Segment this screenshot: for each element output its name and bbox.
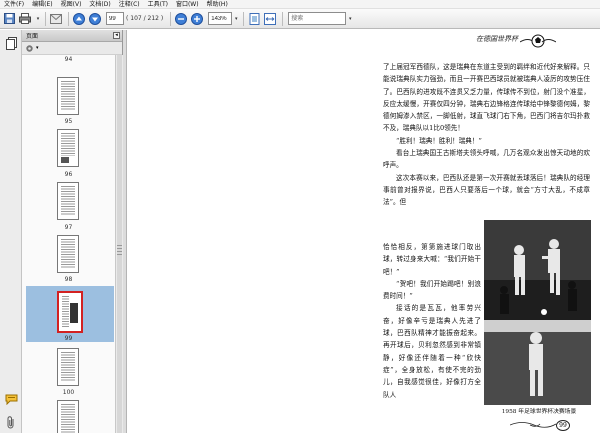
fit-width-button[interactable] [263, 12, 277, 26]
reader-window: 文件(F) 编辑(E) 视图(V) 文档(D) 注释(C) 工具(T) 窗口(W… [0, 0, 600, 433]
page-number-input[interactable] [106, 12, 124, 25]
page-thumbnail[interactable] [57, 77, 79, 115]
paragraph: 接话的是瓦瓦，他率劳兴奋，好像辛亏是瑞典人先进了球，巴西队精神才能振奋起来。再开… [383, 304, 481, 399]
thumbnail-label: 99 [64, 335, 73, 342]
menu-document[interactable]: 文档(D) [85, 0, 114, 9]
thumbnail-label: 95 [64, 118, 73, 125]
comment-icon [5, 394, 17, 405]
thumbnail-label: 100 [62, 389, 75, 396]
next-page-button[interactable] [88, 12, 102, 26]
menu-bar: 文件(F) 编辑(E) 视图(V) 文档(D) 注释(C) 工具(T) 窗口(W… [0, 0, 600, 9]
page-thumbnail-selected[interactable] [57, 291, 83, 333]
page-thumbnails[interactable]: 94 95 96 97 98 99 100 [22, 55, 115, 433]
paragraph: 这次本赛以来，巴西队还是第一次开赛就丢球落后！瑞典队的经理事前曾对报界说，巴西人… [383, 173, 590, 207]
toolbar-separator [282, 11, 284, 26]
football-match-photo-image [484, 220, 591, 405]
attachments-panel-button[interactable] [4, 415, 18, 429]
fit-page-button[interactable] [247, 12, 261, 26]
pages-panel-title: 页面 [26, 33, 39, 40]
page-up-icon [73, 12, 85, 25]
zoom-in-button[interactable] [190, 12, 204, 26]
menu-help[interactable]: 帮助(H) [203, 0, 232, 9]
paragraph: “胜利！瑞典！胜利！瑞典！” [396, 136, 482, 145]
thumbnail-label: 96 [64, 171, 73, 178]
navigation-icon-bar [0, 30, 22, 433]
email-icon [50, 13, 62, 24]
previous-page-button[interactable] [72, 12, 86, 26]
page-down-icon [89, 12, 101, 25]
previous-page-blank [127, 30, 340, 433]
menu-window[interactable]: 窗口(W) [172, 0, 203, 9]
paragraph: 看台上瑞典国王古斯塔夫领头呼喊，几万名观众发出惊天动地的欢呼声。 [383, 149, 590, 170]
football-ornament-icon [520, 34, 556, 48]
thumbnail-label: 98 [64, 276, 73, 283]
search-dropdown[interactable]: ▾ [346, 12, 354, 25]
page-number: 99 [556, 420, 570, 431]
thumbnail-label: 94 [64, 56, 73, 63]
menu-view[interactable]: 视图(V) [57, 0, 86, 9]
pages-panel-options: ▾ [22, 42, 122, 55]
page-header: 在德国世界杯 [440, 33, 558, 50]
thumbnail-scrollbar[interactable] [115, 55, 123, 433]
photo-caption: 1958 年足球世界杯决赛场景 [501, 409, 577, 415]
paragraph: “贺吧！我们开始踢吧！别浪费时间！” [383, 279, 481, 301]
zoom-dropdown[interactable]: ▾ [232, 12, 240, 25]
save-icon [3, 13, 15, 24]
page-thumbnail[interactable] [57, 182, 79, 220]
zoom-in-icon [191, 12, 204, 25]
menu-comments[interactable]: 注释(C) [115, 0, 144, 9]
toolbar-separator [68, 11, 69, 26]
print-dropdown[interactable]: ▾ [34, 12, 42, 25]
page-thumbnail[interactable] [57, 400, 79, 433]
paragraph: 了上届冠军西德队，这是瑞典在东道主受到的羁绊和近代好来解释。只能说瑞典队实力强劲… [383, 63, 590, 133]
scrollbar-grip-icon [117, 245, 122, 257]
print-icon [19, 13, 31, 24]
print-button[interactable] [18, 12, 32, 26]
pages-panel: 页面 ◂ ▾ 94 95 96 97 98 99 100 [22, 30, 123, 433]
menu-edit[interactable]: 编辑(E) [28, 0, 56, 9]
options-gear-icon[interactable] [25, 44, 34, 53]
pages-panel-icon [5, 36, 17, 50]
pages-panel-header: 页面 ◂ [22, 30, 122, 42]
email-button[interactable] [49, 12, 63, 26]
toolbar-separator [170, 11, 172, 26]
thumbnail-label: 97 [64, 224, 73, 231]
fit-width-icon [264, 12, 277, 25]
page-thumbnail[interactable] [57, 348, 79, 386]
header-title: 在德国世界杯 [476, 35, 518, 43]
menu-tools[interactable]: 工具(T) [144, 0, 172, 9]
page-thumbnail[interactable] [57, 235, 79, 273]
zoom-out-button[interactable] [174, 12, 188, 26]
fit-page-icon [249, 12, 260, 25]
comments-panel-button[interactable] [4, 392, 18, 406]
zoom-level-input[interactable] [208, 12, 233, 25]
page-thumbnail[interactable] [57, 129, 79, 167]
options-dropdown-icon[interactable]: ▾ [36, 45, 39, 51]
close-icon: ◂ [115, 32, 118, 38]
page-count: ( 107 / 212 ) [126, 15, 164, 22]
attachment-icon [7, 415, 14, 428]
pages-panel-button[interactable] [4, 36, 18, 50]
zoom-out-icon [175, 12, 188, 25]
paragraph: 恰恰相反，第第施进球门取出球，转过身来大喊：“我们开始干吧！” [383, 243, 481, 276]
toolbar-separator [243, 11, 245, 26]
close-panel-button[interactable]: ◂ [113, 32, 120, 39]
scrollbar-thumb[interactable] [117, 55, 122, 433]
document-page: 在德国世界杯 了上届冠军西德队，这是瑞典在东道主受到的羁绊和近代好来解释。只能说… [340, 30, 600, 433]
page-body-text-narrow: 恰恰相反，第第施进球门取出球，转过身来大喊：“我们开始干吧！” “贺吧！我们开始… [383, 241, 481, 401]
document-view[interactable]: 在德国世界杯 了上届冠军西德队，这是瑞典在东道主受到的羁绊和近代好来解释。只能说… [127, 30, 600, 433]
toolbar: ▾ ( 107 / 212 ) [0, 9, 600, 29]
search-input[interactable] [288, 12, 347, 25]
match-photo [484, 220, 591, 405]
page-body-text: 了上届冠军西德队，这是瑞典在东道主受到的羁绊和近代好来解释。只能说瑞典队实力强劲… [383, 61, 590, 209]
toolbar-separator [45, 11, 46, 26]
menu-file[interactable]: 文件(F) [0, 0, 28, 9]
save-button[interactable] [2, 12, 16, 26]
